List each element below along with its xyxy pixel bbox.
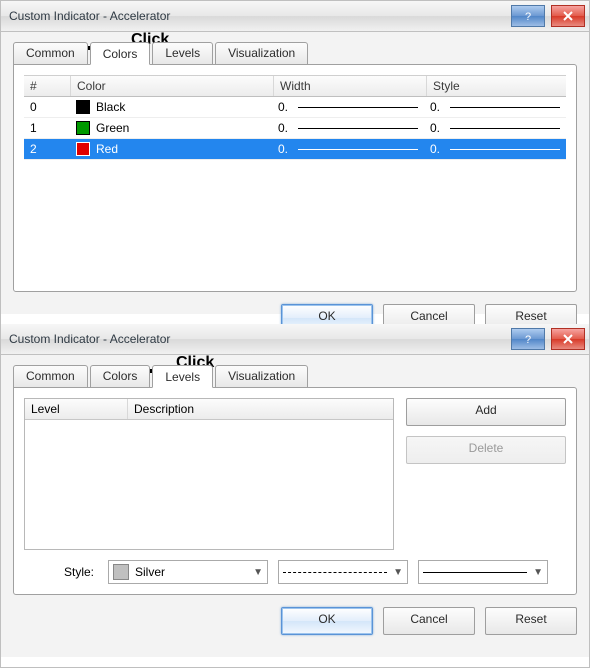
width-value: 0. <box>278 142 292 156</box>
button-row: OK Cancel Reset <box>13 607 577 635</box>
colors-table[interactable]: # Color Width Style 0 Black 0. <box>24 75 566 160</box>
close-button[interactable] <box>551 328 585 350</box>
dialog-custom-indicator-colors: Custom Indicator - Accelerator ? Common … <box>1 1 589 324</box>
tab-levels[interactable]: Levels <box>152 365 213 388</box>
color-name: Red <box>96 142 118 156</box>
th-style: Style <box>427 76 566 96</box>
style-line-icon <box>450 128 560 129</box>
tab-common[interactable]: Common <box>13 365 88 388</box>
cell-style[interactable]: 0. <box>424 100 566 114</box>
th-width: Width <box>274 76 427 96</box>
solid-line-icon <box>423 572 527 573</box>
cell-index: 2 <box>24 142 70 156</box>
cell-color[interactable]: Red <box>70 142 272 156</box>
chevron-down-icon: ▼ <box>253 567 263 578</box>
color-name: Black <box>96 100 125 114</box>
color-swatch-icon <box>76 100 90 114</box>
th-level: Level <box>25 399 128 419</box>
table-row[interactable]: 2 Red 0. 0. <box>24 139 566 160</box>
cell-color[interactable]: Black <box>70 100 272 114</box>
ok-button[interactable]: OK <box>281 607 373 635</box>
width-line-icon <box>298 107 418 108</box>
titlebar[interactable]: Custom Indicator - Accelerator ? <box>1 324 589 355</box>
color-swatch-icon <box>76 121 90 135</box>
table-row[interactable]: 0 Black 0. 0. <box>24 97 566 118</box>
width-line-icon <box>298 128 418 129</box>
dialog-custom-indicator-levels: Custom Indicator - Accelerator ? Common … <box>1 324 589 667</box>
tab-colors[interactable]: Colors <box>90 365 151 388</box>
title-text: Custom Indicator - Accelerator <box>9 332 170 346</box>
th-index: # <box>24 76 71 96</box>
cancel-button[interactable]: Cancel <box>383 607 475 635</box>
svg-text:?: ? <box>525 11 531 22</box>
width-line-icon <box>298 149 418 150</box>
reset-button[interactable]: Reset <box>485 607 577 635</box>
style-value: 0. <box>430 100 444 114</box>
tab-visualization[interactable]: Visualization <box>215 42 308 65</box>
help-button[interactable]: ? <box>511 328 545 350</box>
style-color-combo[interactable]: Silver ▼ <box>108 560 268 584</box>
width-value: 0. <box>278 100 292 114</box>
levels-header: Level Description <box>25 399 393 420</box>
cell-color[interactable]: Green <box>70 121 272 135</box>
style-label: Style: <box>24 565 98 579</box>
help-button[interactable]: ? <box>511 5 545 27</box>
style-value: 0. <box>430 121 444 135</box>
levels-list[interactable]: Level Description <box>24 398 394 550</box>
style-color-name: Silver <box>135 565 247 579</box>
tab-levels[interactable]: Levels <box>152 42 213 65</box>
cell-style[interactable]: 0. <box>424 121 566 135</box>
panel-levels: Level Description Add Delete Style: Silv… <box>13 387 577 595</box>
style-line-icon <box>450 149 560 150</box>
color-swatch-icon <box>76 142 90 156</box>
style-value: 0. <box>430 142 444 156</box>
th-color: Color <box>71 76 274 96</box>
style-dash-combo[interactable]: ▼ <box>278 560 408 584</box>
width-value: 0. <box>278 121 292 135</box>
delete-button: Delete <box>406 436 566 464</box>
table-row[interactable]: 1 Green 0. 0. <box>24 118 566 139</box>
style-line-icon <box>450 107 560 108</box>
close-button[interactable] <box>551 5 585 27</box>
tab-common[interactable]: Common <box>13 42 88 65</box>
style-color-swatch-icon <box>113 564 129 580</box>
titlebar[interactable]: Custom Indicator - Accelerator ? <box>1 1 589 32</box>
cell-index: 1 <box>24 121 70 135</box>
dash-line-icon <box>283 572 387 573</box>
client-area: Common Colors Levels Visualization # Col… <box>1 32 589 314</box>
cell-style[interactable]: 0. <box>424 142 566 156</box>
add-button[interactable]: Add <box>406 398 566 426</box>
tabstrip: Common Colors Levels Visualization <box>13 365 577 388</box>
style-row: Style: Silver ▼ ▼ ▼ <box>24 560 566 584</box>
color-name: Green <box>96 121 129 135</box>
style-width-combo[interactable]: ▼ <box>418 560 548 584</box>
cell-width[interactable]: 0. <box>272 121 424 135</box>
cell-index: 0 <box>24 100 70 114</box>
cell-width[interactable]: 0. <box>272 142 424 156</box>
client-area: Common Colors Levels Visualization Level… <box>1 355 589 657</box>
panel-colors: # Color Width Style 0 Black 0. <box>13 64 577 292</box>
chevron-down-icon: ▼ <box>393 567 403 578</box>
tabstrip: Common Colors Levels Visualization <box>13 42 577 65</box>
chevron-down-icon: ▼ <box>533 567 543 578</box>
levels-side: Add Delete <box>406 398 566 550</box>
title-text: Custom Indicator - Accelerator <box>9 9 170 23</box>
tab-visualization[interactable]: Visualization <box>215 365 308 388</box>
cell-width[interactable]: 0. <box>272 100 424 114</box>
svg-text:?: ? <box>525 334 531 345</box>
table-header: # Color Width Style <box>24 75 566 97</box>
tab-colors[interactable]: Colors <box>90 42 151 65</box>
th-description: Description <box>128 399 393 419</box>
